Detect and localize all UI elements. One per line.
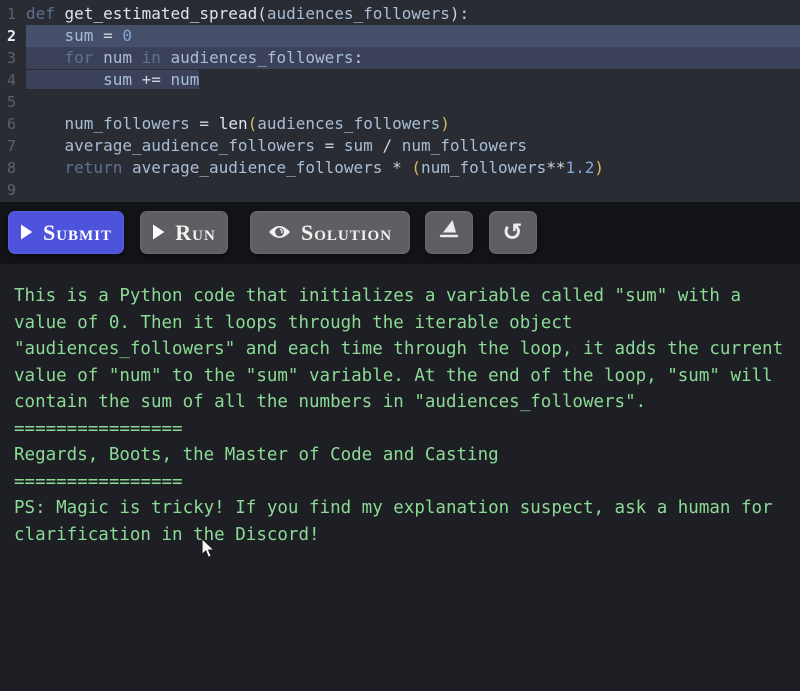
code-line[interactable]: 9 xyxy=(0,179,800,201)
line-number: 7 xyxy=(0,135,26,157)
line-number: 1 xyxy=(0,3,26,25)
code-line[interactable]: 4 sum += num xyxy=(0,69,800,91)
code-editor[interactable]: 1def get_estimated_spread(audiences_foll… xyxy=(0,0,800,202)
code-line[interactable]: 5 xyxy=(0,91,800,113)
reset-button[interactable]: ↺ xyxy=(489,211,537,254)
code-line[interactable]: 2 sum = 0 xyxy=(0,25,800,47)
boat-button[interactable] xyxy=(425,211,473,254)
toolbar: Submit Run Solution xyxy=(0,202,800,264)
line-number: 5 xyxy=(0,91,26,113)
eye-icon xyxy=(268,220,291,246)
play-icon xyxy=(20,220,33,246)
play-icon xyxy=(152,220,165,246)
code-lines: 1def get_estimated_spread(audiences_foll… xyxy=(0,3,800,201)
boat-icon xyxy=(438,219,460,246)
code-line[interactable]: 3 for num in audiences_followers: xyxy=(0,47,800,69)
line-number: 6 xyxy=(0,113,26,135)
line-number: 4 xyxy=(0,69,26,91)
output-panel: This is a Python code that initializes a… xyxy=(0,264,800,691)
line-number: 9 xyxy=(0,179,26,201)
code-line[interactable]: 6 num_followers = len(audiences_follower… xyxy=(0,113,800,135)
line-number: 8 xyxy=(0,157,26,179)
run-label: Run xyxy=(175,220,216,246)
ai-explanation-text: This is a Python code that initializes a… xyxy=(14,283,786,548)
submit-label: Submit xyxy=(43,220,112,246)
app-window: 1def get_estimated_spread(audiences_foll… xyxy=(0,0,800,691)
code-line[interactable]: 8 return average_audience_followers * (n… xyxy=(0,157,800,179)
code-line[interactable]: 1def get_estimated_spread(audiences_foll… xyxy=(0,3,800,25)
line-number: 2 xyxy=(0,25,26,47)
line-number: 3 xyxy=(0,47,26,69)
submit-button[interactable]: Submit xyxy=(8,211,124,254)
run-button[interactable]: Run xyxy=(140,211,228,254)
solution-label: Solution xyxy=(301,220,392,246)
solution-button[interactable]: Solution xyxy=(250,211,410,254)
reset-icon: ↺ xyxy=(502,220,523,244)
code-line[interactable]: 7 average_audience_followers = sum / num… xyxy=(0,135,800,157)
